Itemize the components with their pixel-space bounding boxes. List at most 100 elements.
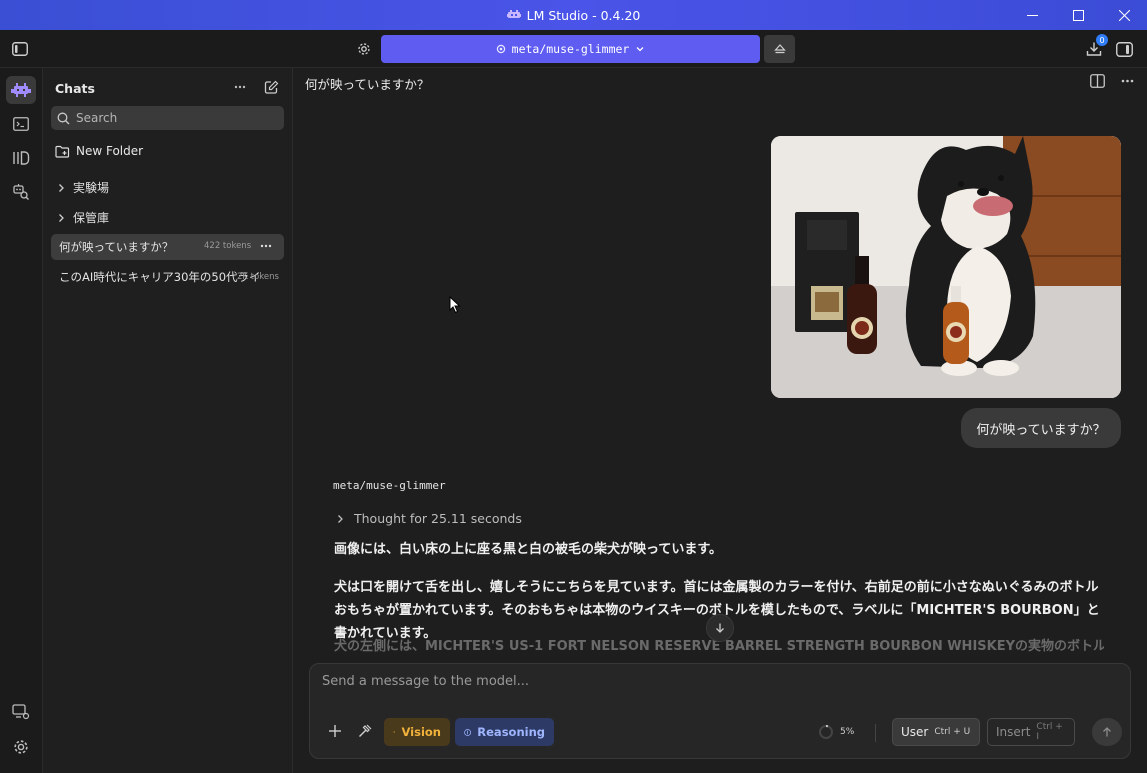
mouse-pointer-icon [449, 296, 461, 314]
split-view-icon [1089, 74, 1105, 88]
send-button[interactable] [1092, 718, 1122, 746]
user-message-bubble: 何が映っていますか？ [961, 408, 1121, 448]
server-link-icon [12, 704, 30, 720]
user-role-shortcut: Ctrl + U [934, 727, 971, 737]
window-title: LM Studio - 0.4.20 [526, 7, 641, 23]
arrow-down-icon [716, 623, 724, 633]
chevron-right-icon [59, 213, 64, 222]
chat-mascot-icon [11, 83, 31, 97]
search-input[interactable] [76, 111, 266, 125]
folder-label: 実験場 [73, 181, 110, 195]
terminal-icon [13, 117, 29, 131]
thought-toggle[interactable]: Thought for 25.11 seconds [336, 511, 522, 526]
chat-options-button[interactable] [1118, 72, 1136, 90]
chevron-down-icon [636, 47, 644, 52]
chat-item-label: このAI時代にキャリア30年の50代ライ [59, 270, 261, 284]
context-usage-value: 5% [840, 727, 855, 737]
reasoning-label: Reasoning [477, 725, 545, 739]
attached-image[interactable] [771, 136, 1121, 398]
new-folder-button[interactable]: New Folder [55, 144, 143, 158]
downloads-count-badge: 0 [1096, 34, 1108, 46]
send-as-user-button[interactable]: User Ctrl + U [892, 718, 980, 746]
context-usage-indicator[interactable]: 5% [818, 724, 854, 740]
nav-settings[interactable] [6, 733, 36, 761]
hammer-icon [358, 724, 371, 737]
chevron-right-icon [59, 183, 64, 192]
composer-divider [875, 724, 876, 742]
attach-button[interactable] [324, 720, 346, 742]
eye-icon [393, 731, 396, 733]
message-composer: Vision Reasoning 5% User Ctrl + U Insert… [309, 663, 1131, 759]
nav-server-status[interactable] [6, 698, 36, 726]
sidebar-more-button[interactable] [232, 79, 248, 95]
split-view-button[interactable] [1088, 72, 1106, 90]
insert-button[interactable]: Insert Ctrl + I [987, 718, 1075, 746]
nav-models[interactable] [6, 144, 36, 172]
chat-token-count: 2K tokens [237, 272, 279, 282]
more-horizontal-icon [234, 85, 246, 89]
models-library-icon [13, 151, 30, 165]
vision-toggle[interactable]: Vision [384, 718, 450, 746]
vision-label: Vision [401, 725, 441, 739]
plus-icon [329, 725, 341, 737]
maximize-button[interactable] [1055, 0, 1101, 30]
search-icon [57, 112, 70, 124]
model-settings-button[interactable] [355, 40, 373, 58]
sidebar-title: Chats [55, 81, 95, 96]
chat-title[interactable]: 何が映っていますか？ [305, 74, 429, 93]
new-folder-label: New Folder [76, 144, 144, 158]
tools-button[interactable] [354, 720, 376, 742]
minimize-icon [1026, 14, 1038, 16]
chevron-right-icon [338, 514, 343, 523]
assistant-model-name: meta/muse-glimmer [333, 479, 446, 492]
compose-icon [264, 80, 278, 94]
minimize-button[interactable] [1009, 0, 1055, 30]
chat-item-menu-button[interactable] [260, 239, 272, 256]
folder-plus-icon [55, 145, 70, 158]
folder-item-hokanko[interactable]: 保管庫 [57, 209, 109, 226]
toggle-right-panel-button[interactable] [1114, 39, 1134, 59]
right-panel-icon [1115, 41, 1133, 57]
window-controls [1009, 0, 1147, 30]
eject-model-button[interactable] [764, 35, 795, 63]
assistant-paragraph: 画像には、白い床の上に座る黒と白の被毛の柴犬が映っています。 [334, 542, 723, 557]
dog-and-whiskey-photo [771, 136, 1121, 398]
chats-sidebar: Chats New Folder 実験場 保管庫 何が映っていますか？ 422 … [43, 68, 293, 773]
eject-icon [773, 44, 786, 54]
lmstudio-logo-icon [506, 10, 521, 18]
reasoning-toggle[interactable]: Reasoning [455, 718, 554, 746]
close-icon [1118, 9, 1130, 21]
gear-icon [14, 740, 28, 754]
chat-item[interactable]: このAI時代にキャリア30年の50代ライ 2K tokens [51, 264, 284, 290]
model-icon [496, 44, 505, 54]
model-selector[interactable]: meta/muse-glimmer [381, 35, 760, 63]
new-chat-button[interactable] [263, 79, 279, 95]
toggle-sidebar-button[interactable] [10, 40, 30, 58]
chat-item-active[interactable]: 何が映っていますか？ 422 tokens [51, 234, 284, 260]
close-button[interactable] [1101, 0, 1147, 30]
insert-shortcut: Ctrl + I [1036, 722, 1063, 742]
nav-discover[interactable] [6, 178, 36, 206]
nav-chat[interactable] [6, 76, 36, 104]
user-message-text: 何が映っていますか？ [976, 422, 1106, 438]
scroll-to-bottom-button[interactable] [706, 614, 734, 642]
maximize-icon [1072, 9, 1084, 21]
app-title: LM Studio - 0.4.20 [506, 7, 641, 23]
title-bar: LM Studio - 0.4.20 [0, 0, 1147, 30]
thought-label: Thought for 25.11 seconds [354, 511, 522, 526]
gear-icon [358, 43, 370, 55]
folder-item-jikkenjo[interactable]: 実験場 [57, 179, 109, 196]
message-input[interactable] [322, 674, 1112, 696]
arrow-up-icon [1103, 727, 1111, 737]
top-toolbar: meta/muse-glimmer 0 [0, 30, 1147, 68]
nav-developer[interactable] [6, 110, 36, 138]
chat-item-label: 何が映っていますか？ [59, 240, 174, 254]
discover-search-icon [13, 184, 29, 200]
more-horizontal-icon [1121, 79, 1133, 83]
reasoning-icon [464, 728, 472, 736]
sidebar-toggle-icon [12, 42, 28, 56]
chat-token-count: 422 tokens [204, 241, 252, 251]
search-box[interactable] [51, 106, 284, 130]
context-ring-icon [819, 725, 833, 739]
left-nav-rail [0, 68, 43, 773]
